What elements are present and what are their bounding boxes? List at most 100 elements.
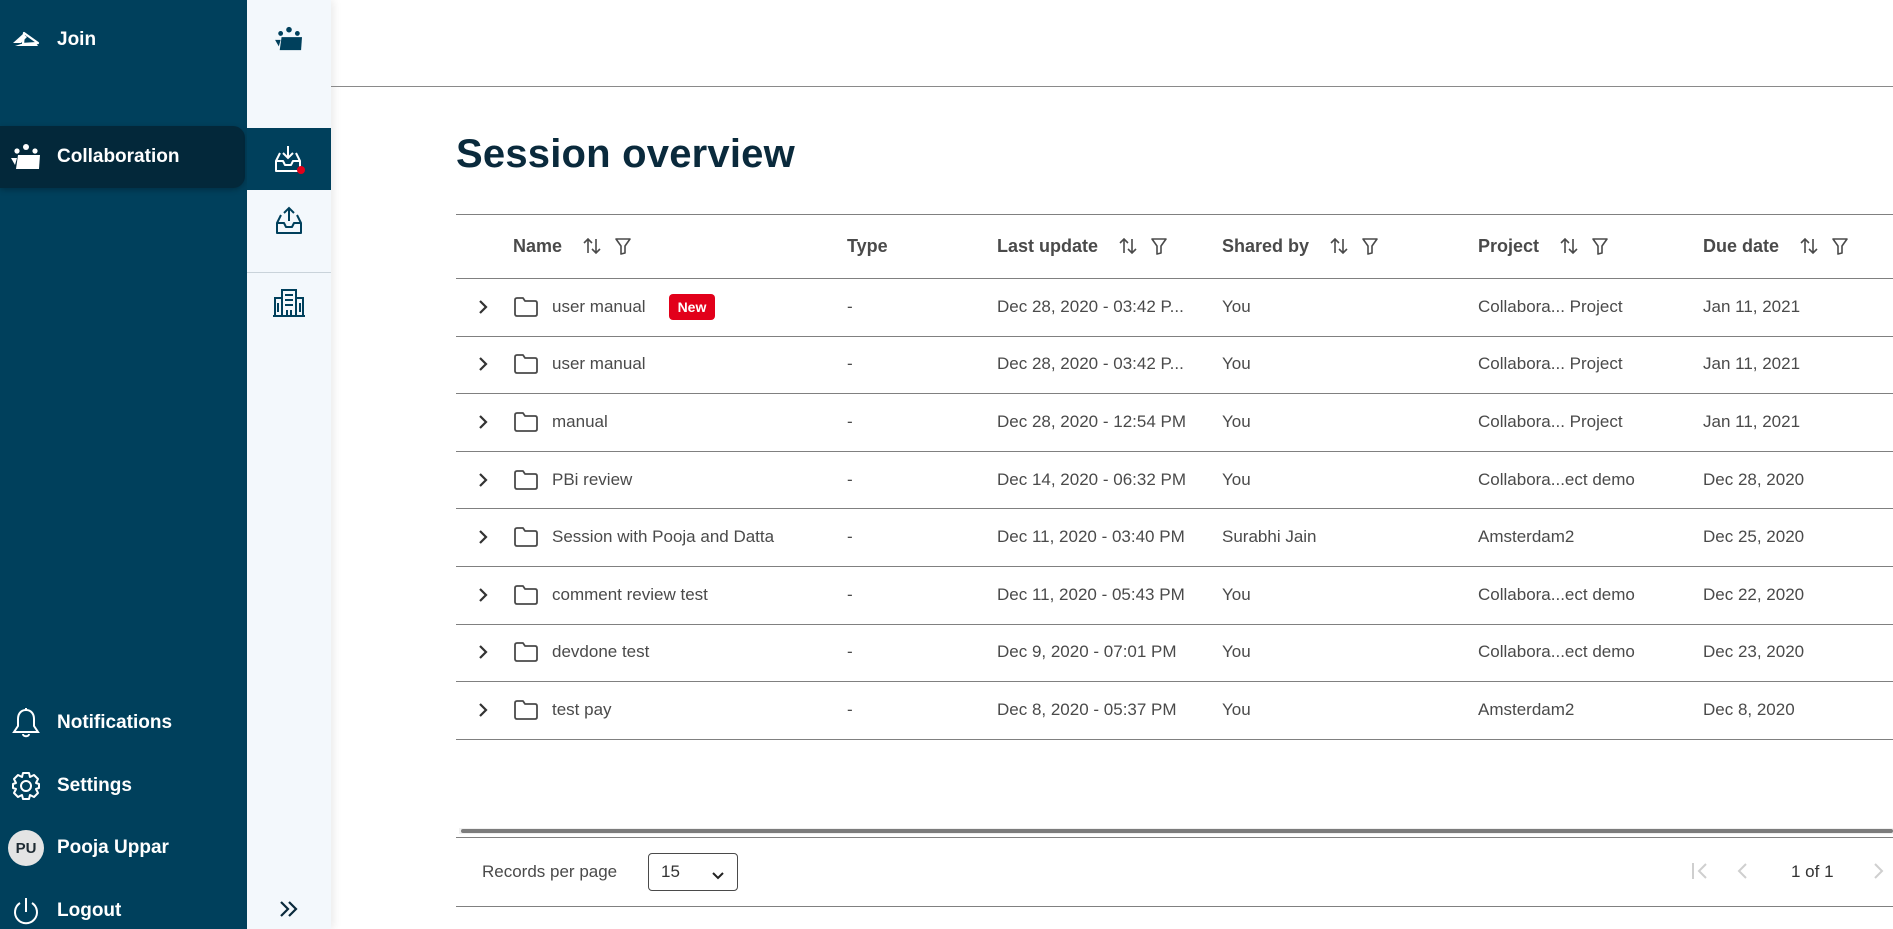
cell-name[interactable]: Session with Pooja and Datta [552, 508, 774, 566]
sort-icon[interactable] [1559, 236, 1579, 256]
filter-icon[interactable] [1831, 236, 1849, 256]
cell-shared-by: You [1222, 411, 1251, 431]
session-name[interactable]: test pay [552, 700, 612, 720]
table-row[interactable]: manual - Dec 28, 2020 - 12:54 PM You Collabo… [456, 393, 1893, 451]
sidebar-item-notifications[interactable]: Notifications [0, 692, 247, 754]
column-label: Last update [997, 235, 1099, 256]
rail-item-inbox[interactable] [247, 128, 331, 190]
next-page-button[interactable] [1872, 860, 1886, 882]
cell-due-date: Dec 25, 2020 [1703, 527, 1805, 547]
expand-row-button[interactable] [477, 566, 489, 624]
cell-last-update: Dec 14, 2020 - 06:32 PM [997, 469, 1187, 489]
records-per-page-label: Records per page [482, 862, 618, 881]
session-name[interactable]: comment review test [552, 585, 708, 605]
previous-page-button[interactable] [1735, 860, 1749, 882]
cell-project: Collabora...ect demo [1478, 469, 1635, 489]
cell-due-date: Dec 8, 2020 [1703, 699, 1795, 719]
table-row[interactable]: user manual New - Dec 28, 2020 - 03:42 P...… [456, 278, 1893, 336]
sidebar-item-join[interactable]: Join [0, 9, 247, 71]
expand-row-button[interactable] [477, 393, 489, 451]
sort-icon[interactable] [1329, 236, 1349, 256]
folder-icon [513, 393, 539, 451]
bell-icon [10, 707, 42, 739]
cell-name[interactable]: user manual New [552, 278, 716, 336]
expand-row-button[interactable] [477, 336, 489, 394]
folder-icon [513, 451, 539, 509]
pagination-top-border [456, 837, 1893, 838]
table-header: Name Type Last update Shared by Project [456, 214, 1893, 278]
rail-item-collaboration[interactable] [247, 10, 331, 72]
session-name[interactable]: Session with Pooja and Datta [552, 527, 774, 547]
page-title: Session overview [456, 132, 795, 176]
column-label: Type [847, 235, 888, 256]
cell-shared-by: You [1222, 469, 1251, 489]
records-per-page-select[interactable]: 15 [648, 853, 738, 891]
cell-due-date: Dec 28, 2020 [1703, 469, 1805, 489]
table-row[interactable]: devdone test - Dec 9, 2020 - 07:01 PM You Co… [456, 624, 1893, 682]
cell-name[interactable]: manual [552, 393, 608, 451]
rail-item-organization[interactable] [247, 273, 331, 335]
horizontal-scrollbar[interactable] [459, 828, 1893, 834]
sidebar-item-collaboration[interactable]: Collaboration [0, 126, 245, 188]
session-name[interactable]: user manual [552, 297, 646, 317]
expand-row-button[interactable] [477, 278, 489, 336]
column-header-due-date[interactable]: Due date [1703, 214, 1849, 278]
session-name[interactable]: manual [552, 412, 608, 432]
expand-row-button[interactable] [477, 451, 489, 509]
rail-item-outbox[interactable] [247, 192, 331, 254]
filter-icon[interactable] [1361, 236, 1379, 256]
cell-name[interactable]: devdone test [552, 624, 649, 682]
header-divider [331, 86, 1893, 87]
session-name[interactable]: PBi review [552, 470, 632, 490]
cell-project: Collabora...ect demo [1478, 642, 1635, 662]
first-page-button[interactable] [1690, 860, 1710, 882]
app: Join Collaboration Notifications Setting… [0, 0, 1893, 929]
cell-last-update: Dec 11, 2020 - 05:43 PM [997, 584, 1185, 604]
folder-icon [513, 566, 539, 624]
sidebar-item-logout[interactable]: Logout [0, 880, 247, 929]
filter-icon[interactable] [1591, 236, 1609, 256]
sort-icon[interactable] [1799, 236, 1819, 256]
table-row[interactable]: user manual - Dec 28, 2020 - 03:42 P... You… [456, 336, 1893, 394]
cell-shared-by: You [1222, 354, 1251, 374]
chevron-down-icon [711, 866, 725, 886]
table-row[interactable]: test pay - Dec 8, 2020 - 05:37 PM You Amster… [456, 681, 1893, 739]
sidebar-item-settings[interactable]: Settings [0, 755, 247, 817]
expand-sidebar-button[interactable] [247, 880, 331, 929]
expand-row-button[interactable] [477, 681, 489, 739]
column-header-project[interactable]: Project [1478, 214, 1609, 278]
cell-due-date: Dec 22, 2020 [1703, 584, 1805, 604]
cell-name[interactable]: user manual [552, 336, 646, 394]
session-name[interactable]: devdone test [552, 642, 649, 662]
cell-shared-by: You [1222, 699, 1251, 719]
cell-name[interactable]: PBi review [552, 451, 632, 509]
sidebar-item-user-profile[interactable]: PU Pooja Uppar [0, 817, 247, 879]
cell-project: Collabora...ect demo [1478, 584, 1635, 604]
cell-name[interactable]: comment review test [552, 566, 708, 624]
scrollbar-thumb[interactable] [461, 829, 1893, 833]
column-header-name[interactable]: Name [513, 214, 632, 278]
column-header-shared-by[interactable]: Shared by [1222, 214, 1379, 278]
cell-due-date: Dec 23, 2020 [1703, 642, 1805, 662]
session-name[interactable]: user manual [552, 354, 646, 374]
cell-type: - [847, 699, 853, 719]
table-row[interactable]: comment review test - Dec 11, 2020 - 05:43… [456, 566, 1893, 624]
column-label: Project [1478, 235, 1540, 256]
first-page-icon [1692, 863, 1707, 879]
filter-icon[interactable] [614, 236, 632, 256]
table-row[interactable]: PBi review - Dec 14, 2020 - 06:32 PM You Col… [456, 451, 1893, 509]
sort-icon[interactable] [582, 236, 602, 256]
cell-due-date: Jan 11, 2021 [1703, 411, 1801, 431]
chevron-right-icon [479, 472, 488, 487]
folder-icon [513, 278, 539, 336]
cell-shared-by: You [1222, 642, 1251, 662]
expand-row-button[interactable] [477, 508, 489, 566]
column-header-last-update[interactable]: Last update [997, 214, 1168, 278]
sort-icon[interactable] [1118, 236, 1138, 256]
filter-icon[interactable] [1150, 236, 1168, 256]
cell-type: - [847, 469, 853, 489]
page-indicator: 1 of 1 [1791, 862, 1834, 881]
expand-row-button[interactable] [477, 624, 489, 682]
table-row[interactable]: Session with Pooja and Datta - Dec 11, 202… [456, 508, 1893, 566]
cell-name[interactable]: test pay [552, 681, 612, 739]
